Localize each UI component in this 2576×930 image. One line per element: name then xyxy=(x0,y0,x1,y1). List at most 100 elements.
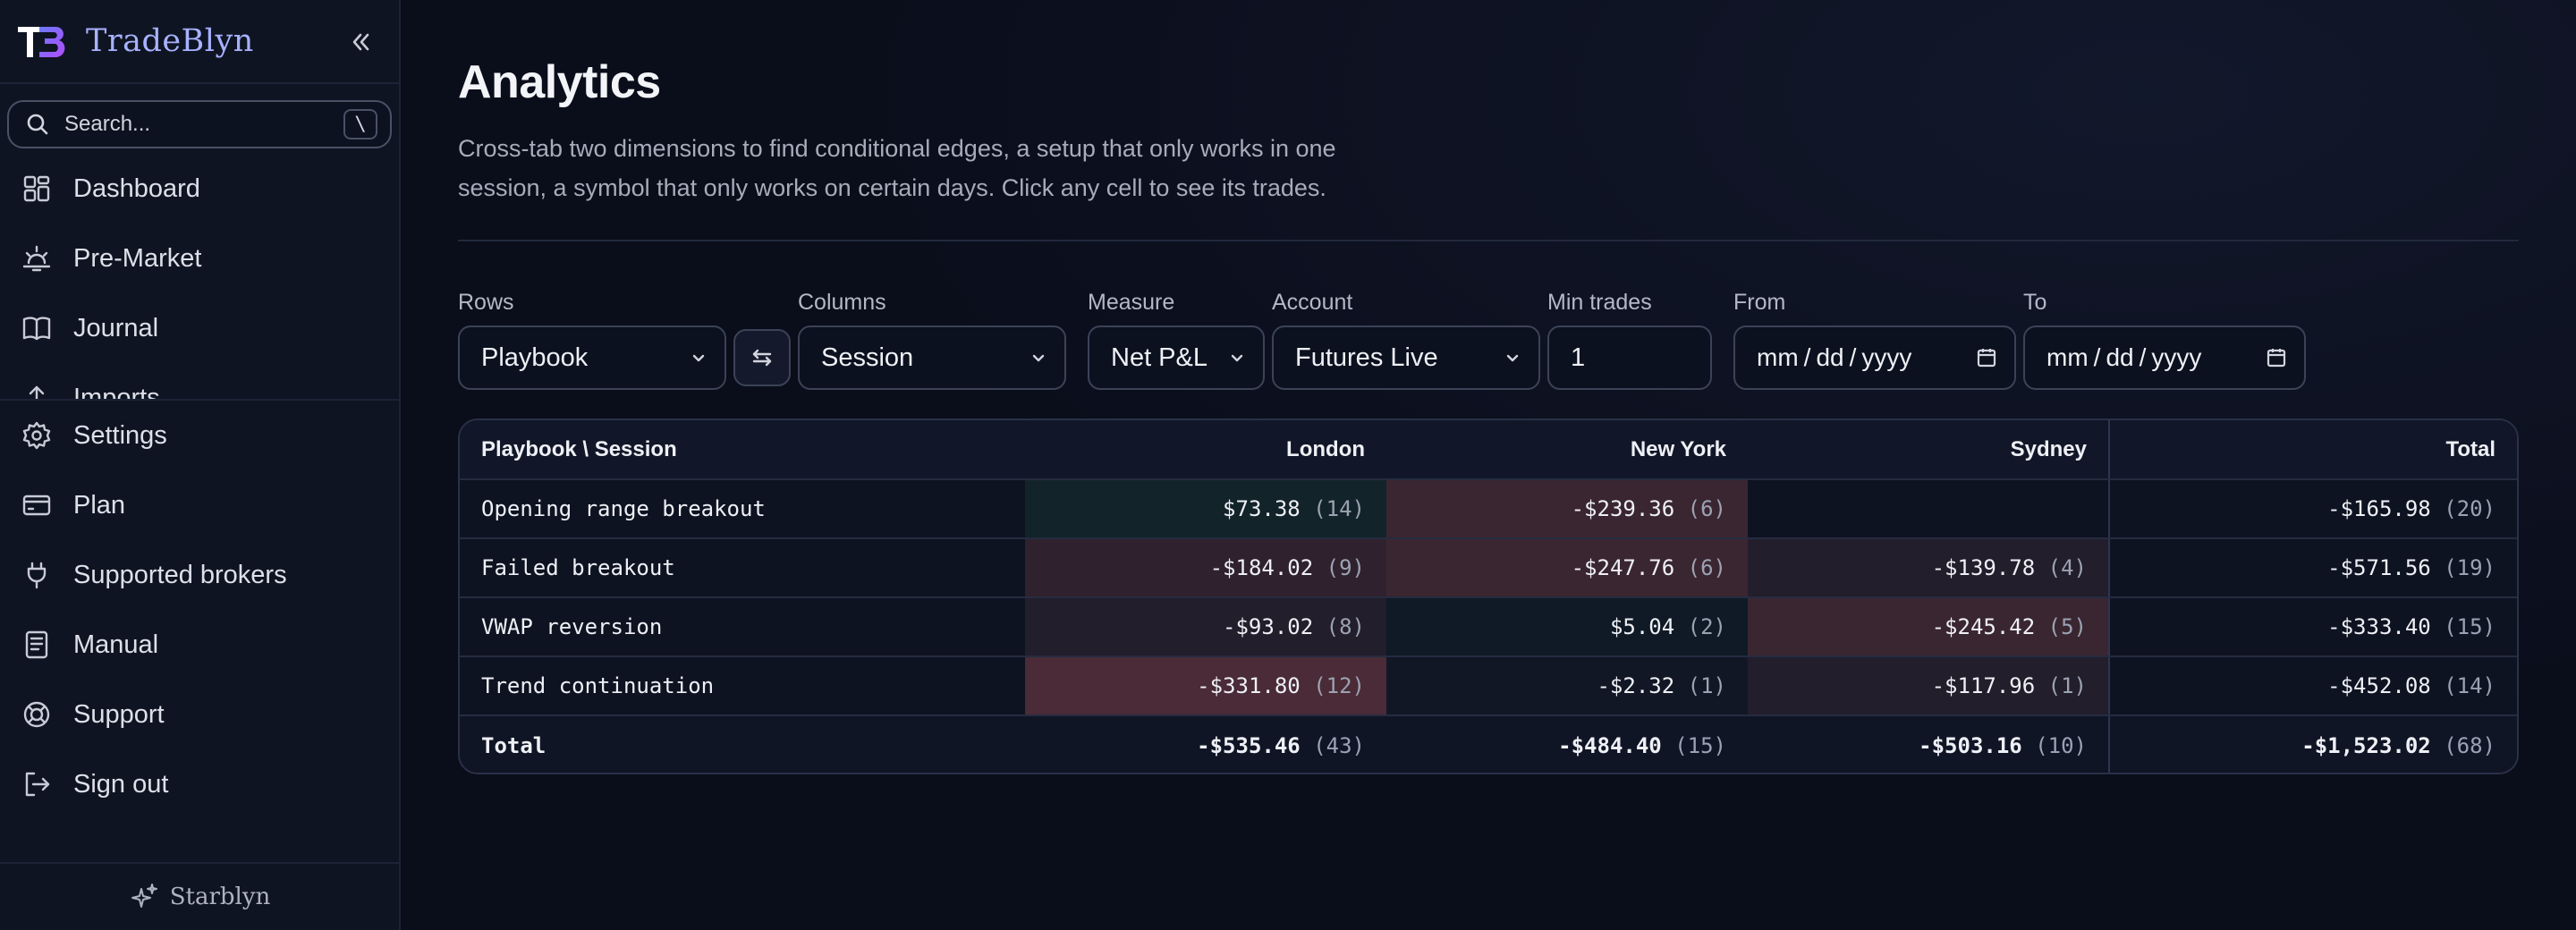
nav-item-dashboard[interactable]: Dashboard xyxy=(0,154,399,224)
cell-value: -$503.16 xyxy=(1919,732,2022,758)
nav-item-journal[interactable]: Journal xyxy=(0,293,399,363)
grand-total-cell[interactable]: -$1,523.02 (68) xyxy=(2108,715,2517,773)
cell-spacer xyxy=(2431,496,2444,521)
column-header[interactable]: New York xyxy=(1386,420,1748,480)
column-total-cell[interactable]: -$503.16 (10) xyxy=(1748,715,2109,773)
document-icon xyxy=(25,630,48,659)
divider xyxy=(458,240,2519,241)
table-header-row: Playbook \ Session London New York Sydne… xyxy=(460,420,2517,480)
pivot-cell[interactable]: $5.04 (2) xyxy=(1386,597,1748,657)
chevron-down-icon xyxy=(692,354,705,362)
nav-item-label: Plan xyxy=(73,490,126,520)
brand-header: TradeBlyn xyxy=(0,0,399,84)
rows-select[interactable]: Playbook xyxy=(458,326,726,390)
nav-item-settings[interactable]: Settings xyxy=(0,401,399,470)
nav-item-supported-brokers[interactable]: Supported brokers xyxy=(0,540,399,610)
nav-item-support[interactable]: Support xyxy=(0,680,399,749)
row-total-cell[interactable]: -$165.98 (20) xyxy=(2108,479,2517,539)
cell-value: -$247.76 xyxy=(1571,555,1675,580)
nav-primary: Dashboard Pre-Market Journal Imports xyxy=(0,148,399,401)
min-trades-input[interactable]: 1 xyxy=(1547,326,1712,390)
search-input[interactable]: Search... xyxy=(64,112,343,137)
cell-spacer xyxy=(2022,733,2035,758)
collapse-sidebar-button[interactable] xyxy=(345,27,376,57)
pivot-cell[interactable]: -$245.42 (5) xyxy=(1748,597,2109,657)
pivot-cell[interactable]: -$139.78 (4) xyxy=(1748,538,2109,598)
cell-count: (1) xyxy=(2047,673,2087,698)
corner-header: Playbook \ Session xyxy=(460,420,1025,480)
from-date-input[interactable]: mm / dd / yyyy xyxy=(1733,326,2016,390)
nav-item-label: Pre-Market xyxy=(73,243,202,273)
row-total-cell[interactable]: -$452.08 (14) xyxy=(2108,656,2517,716)
chevron-down-icon xyxy=(1032,354,1045,362)
cell-count: (8) xyxy=(1326,614,1365,639)
cell-spacer xyxy=(1301,496,1313,521)
column-total-cell[interactable]: -$484.40 (15) xyxy=(1386,715,1748,773)
account-label: Account xyxy=(1272,290,1353,315)
cell-spacer xyxy=(1674,496,1687,521)
date-day: dd xyxy=(1816,343,1844,371)
sunrise-icon xyxy=(22,245,51,272)
swap-dimensions-button[interactable] xyxy=(733,329,791,386)
cell-spacer xyxy=(2035,614,2047,639)
column-header[interactable]: London xyxy=(1025,420,1386,480)
calendar-icon[interactable] xyxy=(1975,346,1998,369)
pivot-cell[interactable]: -$93.02 (8) xyxy=(1025,597,1386,657)
footer-brand: Starblyn xyxy=(169,884,271,910)
cell-value: -$245.42 xyxy=(1931,614,2036,639)
cell-spacer xyxy=(2431,733,2444,758)
page-title: Analytics xyxy=(458,56,661,108)
from-label: From xyxy=(1733,290,1786,315)
table-row: Failed breakout -$184.02 (9) -$247.76 (6) -… xyxy=(460,538,2517,598)
row-total-cell[interactable]: -$571.56 (19) xyxy=(2108,538,2517,598)
date-month: mm xyxy=(1757,343,1799,371)
cell-count: (43) xyxy=(1313,732,1365,758)
pivot-cell[interactable]: -$247.76 (6) xyxy=(1386,538,1748,598)
row-total-cell[interactable]: -$333.40 (15) xyxy=(2108,597,2517,657)
nav-item-label: Dashboard xyxy=(73,173,200,203)
pivot-cell[interactable]: -$117.96 (1) xyxy=(1748,656,2109,716)
pivot-cell[interactable]: -$2.32 (1) xyxy=(1386,656,1748,716)
nav-item-plan[interactable]: Plan xyxy=(0,470,399,540)
sparkle-icon xyxy=(131,884,157,908)
min-trades-value: 1 xyxy=(1571,342,1586,372)
columns-control: Columns Session xyxy=(798,290,1066,390)
calendar-icon[interactable] xyxy=(2265,346,2288,369)
account-select[interactable]: Futures Live xyxy=(1272,326,1540,390)
upload-icon xyxy=(29,385,45,399)
chevron-down-icon xyxy=(1231,354,1243,362)
to-date-input[interactable]: mm / dd / yyyy xyxy=(2023,326,2306,390)
pivot-cell[interactable]: -$184.02 (9) xyxy=(1025,538,1386,598)
column-total-cell[interactable]: -$535.46 (43) xyxy=(1025,715,1386,773)
controls-bar: Rows Playbook Columns Session Measure Ne… xyxy=(458,290,2519,390)
row-label: Opening range breakout xyxy=(460,479,1025,539)
date-year: yyyy xyxy=(1861,343,1912,371)
to-label: To xyxy=(2023,290,2047,315)
totals-label: Total xyxy=(460,715,1025,773)
measure-select[interactable]: Net P&L xyxy=(1088,326,1265,390)
nav-item-imports[interactable]: Imports xyxy=(0,363,399,399)
pivot-cell[interactable]: -$331.80 (12) xyxy=(1025,656,1386,716)
nav-item-sign-out[interactable]: Sign out xyxy=(0,749,399,819)
nav-item-manual[interactable]: Manual xyxy=(0,610,399,680)
search-box[interactable]: Search... \ xyxy=(7,100,392,148)
cell-count: (9) xyxy=(1326,555,1365,580)
search-icon xyxy=(27,114,48,135)
min-trades-label: Min trades xyxy=(1547,290,1652,315)
rows-label: Rows xyxy=(458,290,514,315)
nav-item-pre-market[interactable]: Pre-Market xyxy=(0,224,399,293)
cell-value: -$165.98 xyxy=(2327,496,2431,521)
columns-select[interactable]: Session xyxy=(798,326,1066,390)
nav-item-label: Sign out xyxy=(73,769,169,799)
cell-count: (14) xyxy=(1313,496,1365,521)
plug-icon xyxy=(27,562,47,589)
book-icon xyxy=(22,317,51,341)
cell-value: -$571.56 xyxy=(2327,555,2431,580)
column-header[interactable]: Sydney xyxy=(1748,420,2109,480)
pivot-cell[interactable]: -$239.36 (6) xyxy=(1386,479,1748,539)
pivot-cell[interactable]: $73.38 (14) xyxy=(1025,479,1386,539)
main-content: Analytics Cross-tab two dimensions to fi… xyxy=(401,0,2576,930)
cell-count: (20) xyxy=(2444,496,2496,521)
double-chevron-left-icon xyxy=(352,33,369,51)
pivot-cell[interactable] xyxy=(1748,479,2109,539)
